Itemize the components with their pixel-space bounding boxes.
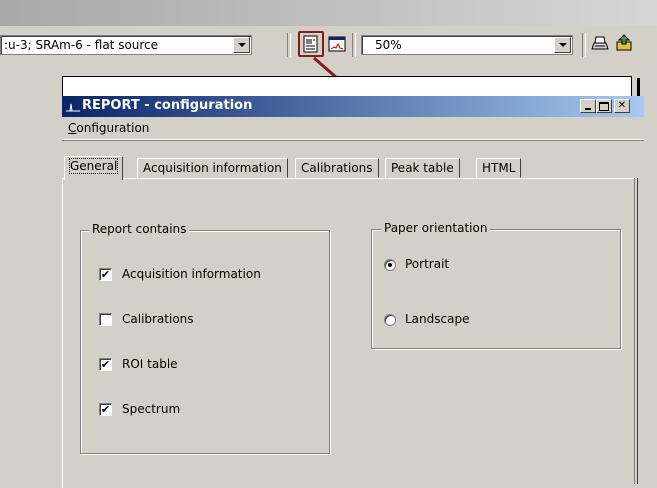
report-contains-group — [80, 230, 330, 454]
tab-peak-table[interactable]: Peak table — [385, 158, 460, 178]
checkbox-calibrations[interactable] — [99, 313, 112, 326]
checkbox-acquisition-information[interactable]: ✔ — [99, 268, 112, 281]
export-button[interactable] — [614, 33, 634, 53]
minimize-icon — [585, 108, 591, 110]
menu-bar: Configuration — [62, 117, 644, 140]
chevron-down-icon — [558, 43, 567, 47]
document-canvas — [62, 76, 632, 97]
report-contains-label: Report contains — [89, 222, 190, 236]
radio-label: Landscape — [405, 312, 470, 326]
zoom-dropdown-button[interactable] — [554, 37, 571, 53]
source-combo[interactable]: :u-3; SRAm-6 - flat source — [0, 35, 252, 55]
title-bar[interactable]: REPORT - configuration ✕ — [62, 96, 644, 117]
tab-label: Acquisition information — [143, 161, 282, 175]
radio-portrait[interactable] — [384, 259, 396, 271]
print-button[interactable] — [590, 34, 610, 54]
checkbox-roi-table[interactable]: ✔ — [99, 358, 112, 371]
export-icon — [616, 34, 632, 51]
checkbox-label: Spectrum — [122, 402, 181, 416]
source-combo-value: :u-3; SRAm-6 - flat source — [4, 38, 159, 52]
checkbox-label: Acquisition information — [122, 267, 261, 281]
minimize-button[interactable] — [580, 99, 596, 113]
toolbar-separator — [287, 33, 291, 57]
tab-label: Peak table — [391, 161, 454, 175]
checkbox-label: ROI table — [122, 357, 178, 371]
spectrum-view-button[interactable] — [327, 34, 347, 54]
paper-orientation-label: Paper orientation — [381, 221, 491, 235]
checkbox-label: Calibrations — [122, 312, 194, 326]
check-icon: ✔ — [100, 268, 111, 281]
top-strip — [0, 0, 657, 26]
menu-configuration[interactable]: Configuration — [68, 121, 149, 135]
report-config-window: REPORT - configuration ✕ Configuration G… — [62, 96, 644, 488]
checkbox-spectrum[interactable]: ✔ — [99, 403, 112, 416]
tab-label: Calibrations — [301, 161, 373, 175]
check-icon: ✔ — [100, 358, 111, 371]
zoom-combo[interactable]: 50% — [361, 35, 573, 55]
menu-configuration-rest: onfiguration — [76, 121, 150, 135]
source-dropdown-button[interactable] — [233, 37, 250, 53]
zoom-combo-value: 50% — [375, 38, 402, 52]
chevron-down-icon — [237, 43, 246, 47]
window-title: REPORT - configuration — [82, 98, 253, 113]
spectrum-view-icon — [328, 36, 346, 52]
report-config-button[interactable] — [301, 34, 321, 54]
check-icon: ✔ — [100, 403, 111, 416]
tab-label: HTML — [482, 161, 516, 175]
radio-label: Portrait — [405, 257, 450, 271]
radio-landscape[interactable] — [384, 314, 396, 326]
tab-general[interactable]: General — [64, 156, 124, 180]
paper-orientation-group — [371, 229, 621, 349]
maximize-button[interactable] — [596, 99, 612, 113]
radio-dot-icon — [388, 263, 392, 267]
close-icon: ✕ — [617, 100, 627, 111]
tab-label: General — [68, 158, 119, 174]
toolbar-separator — [582, 33, 586, 57]
tab-acquisition-information[interactable]: Acquisition information — [137, 158, 288, 178]
maximize-icon — [599, 102, 609, 111]
tab-calibrations[interactable]: Calibrations — [295, 158, 379, 178]
print-icon — [591, 36, 609, 50]
tab-panel-edge — [634, 178, 638, 484]
app-icon — [66, 103, 80, 112]
tab-html[interactable]: HTML — [476, 158, 522, 178]
close-button[interactable]: ✕ — [614, 99, 630, 113]
report-config-icon — [303, 35, 318, 53]
